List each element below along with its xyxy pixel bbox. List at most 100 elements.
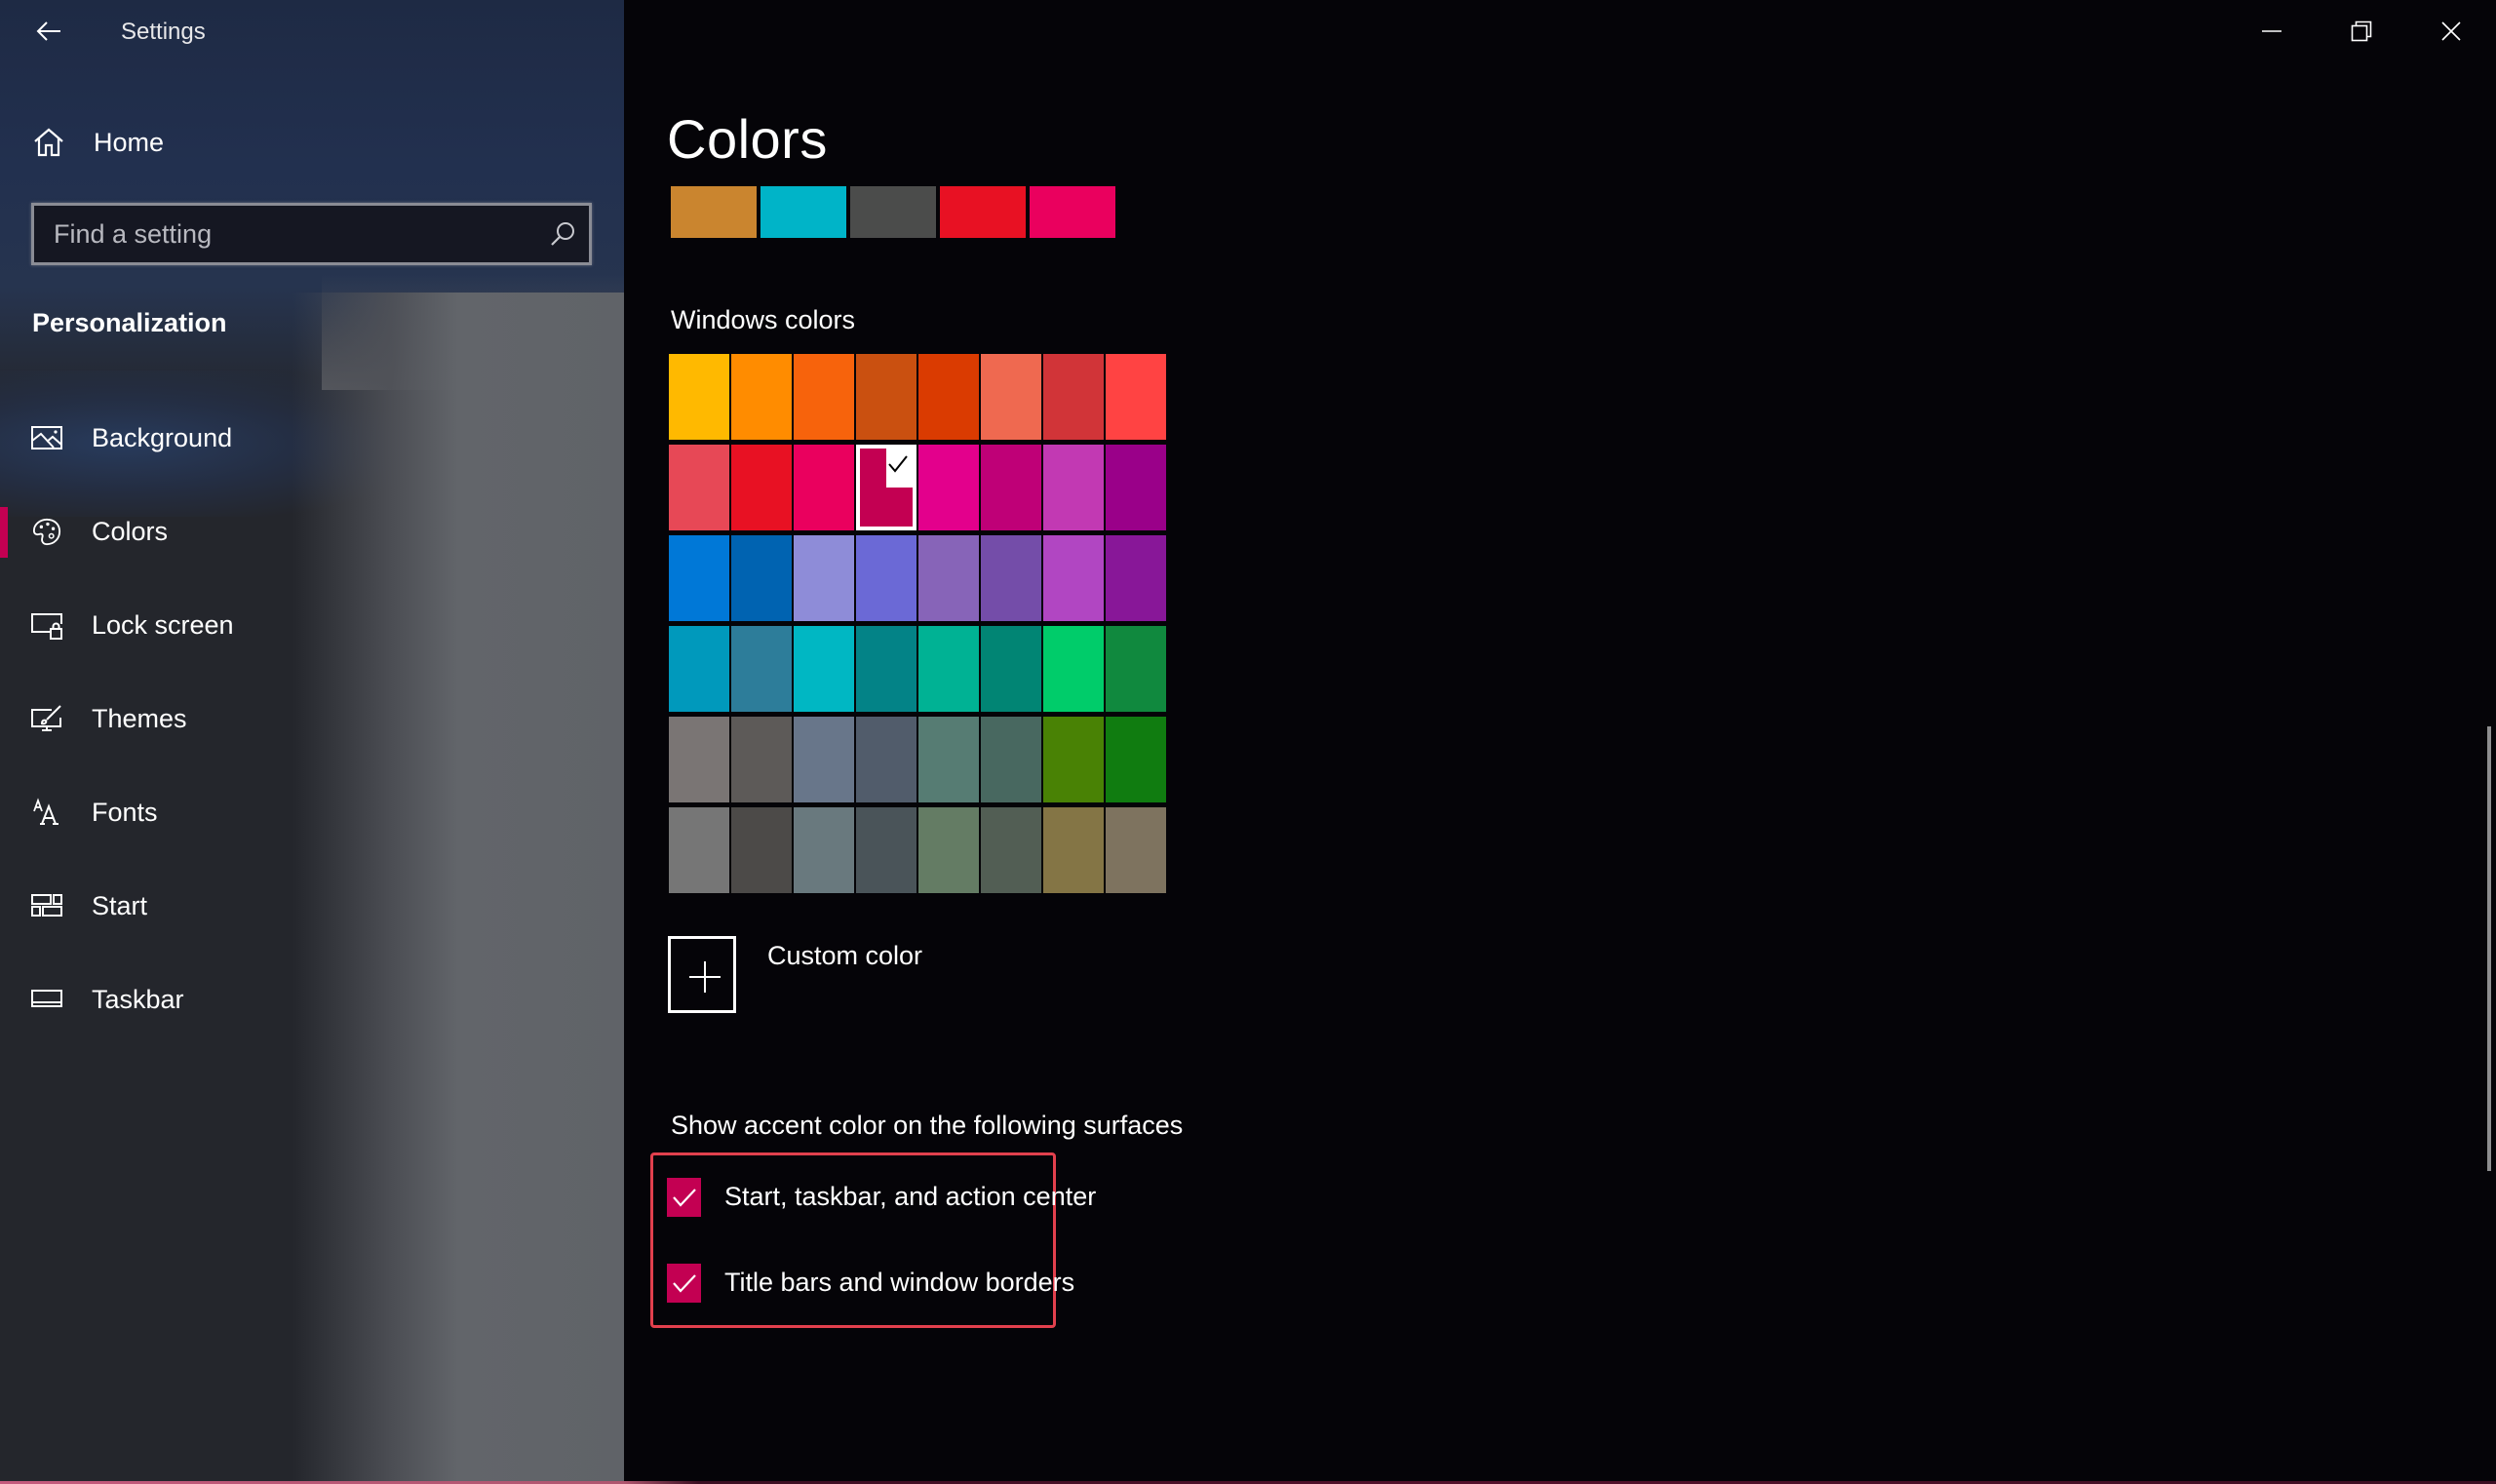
- color-swatch[interactable]: [918, 445, 979, 530]
- color-swatch[interactable]: [669, 717, 729, 802]
- recent-color-swatch[interactable]: [940, 186, 1026, 238]
- arrow-left-icon: [36, 21, 60, 41]
- color-swatch[interactable]: [731, 807, 792, 893]
- color-swatch[interactable]: [981, 354, 1041, 440]
- custom-color-button[interactable]: [668, 936, 736, 1013]
- color-swatch[interactable]: [981, 535, 1041, 621]
- sidebar-item-background[interactable]: Background: [0, 400, 624, 478]
- color-swatch[interactable]: [794, 535, 854, 621]
- sidebar-item-label: Lock screen: [92, 610, 234, 640]
- color-swatch[interactable]: [731, 626, 792, 712]
- sidebar-item-fonts[interactable]: Fonts: [0, 774, 624, 852]
- restore-icon: [2351, 20, 2372, 42]
- sidebar-item-label: Fonts: [92, 798, 158, 827]
- color-swatch[interactable]: [1043, 626, 1104, 712]
- back-button[interactable]: [29, 14, 68, 49]
- color-swatch[interactable]: [669, 354, 729, 440]
- color-swatch[interactable]: [856, 626, 916, 712]
- color-swatch[interactable]: [981, 807, 1041, 893]
- checkbox[interactable]: [667, 1178, 701, 1217]
- sidebar-item-taskbar[interactable]: Taskbar: [0, 961, 624, 1039]
- sidebar-item-start[interactable]: Start: [0, 868, 624, 946]
- surfaces-heading: Show accent color on the following surfa…: [671, 1111, 1184, 1140]
- color-swatch[interactable]: [1106, 354, 1166, 440]
- color-swatch[interactable]: [794, 807, 854, 893]
- checkbox-label: Title bars and window borders: [724, 1268, 1075, 1297]
- color-swatch[interactable]: [731, 535, 792, 621]
- swatch-fill: [860, 488, 913, 527]
- color-swatch[interactable]: [794, 445, 854, 530]
- color-swatch[interactable]: [669, 626, 729, 712]
- checkmark-icon: [888, 455, 908, 473]
- sidebar-item-label: Taskbar: [92, 985, 184, 1014]
- sidebar-item-label: Background: [92, 423, 233, 452]
- color-swatch[interactable]: [918, 354, 979, 440]
- start-icon: [31, 894, 62, 917]
- recent-color-swatch[interactable]: [760, 186, 846, 238]
- color-swatch[interactable]: [981, 717, 1041, 802]
- search-input[interactable]: [54, 206, 541, 262]
- recent-color-swatch[interactable]: [1030, 186, 1115, 238]
- plus-icon: [689, 961, 721, 993]
- color-swatch[interactable]: [731, 445, 792, 530]
- color-swatch[interactable]: [1043, 717, 1104, 802]
- color-swatch[interactable]: [981, 626, 1041, 712]
- fonts-icon: [33, 798, 58, 825]
- color-swatch[interactable]: [794, 717, 854, 802]
- color-swatch[interactable]: [918, 807, 979, 893]
- sidebar-item-colors[interactable]: Colors: [0, 493, 624, 571]
- color-swatch[interactable]: [669, 535, 729, 621]
- taskbar-icon: [31, 990, 62, 1007]
- color-swatch[interactable]: [731, 717, 792, 802]
- home-icon: [34, 128, 63, 157]
- color-swatch[interactable]: [731, 354, 792, 440]
- picture-icon: [31, 426, 62, 449]
- sidebar: Settings Home Personalization Background: [0, 0, 624, 1484]
- color-swatch[interactable]: [1106, 626, 1166, 712]
- sidebar-item-label: Home: [94, 128, 165, 157]
- checkbox[interactable]: [667, 1264, 701, 1303]
- close-icon: [2441, 21, 2461, 41]
- restore-button[interactable]: [2317, 0, 2406, 62]
- color-swatch[interactable]: [1043, 354, 1104, 440]
- close-button[interactable]: [2406, 0, 2496, 62]
- color-swatch[interactable]: [669, 445, 729, 530]
- sidebar-item-lock-screen[interactable]: Lock screen: [0, 587, 624, 665]
- lock-screen-icon: [31, 613, 62, 640]
- color-swatch[interactable]: [918, 717, 979, 802]
- recent-color-swatch[interactable]: [671, 186, 757, 238]
- color-swatch[interactable]: [794, 354, 854, 440]
- color-swatch[interactable]: [1043, 445, 1104, 530]
- sidebar-item-home[interactable]: Home: [0, 115, 624, 170]
- color-swatch[interactable]: [1106, 717, 1166, 802]
- themes-icon: [31, 705, 61, 731]
- palette-icon: [32, 518, 61, 546]
- color-swatch[interactable]: [856, 807, 916, 893]
- color-swatch[interactable]: [1043, 535, 1104, 621]
- color-swatch[interactable]: [1106, 445, 1166, 530]
- sidebar-item-label: Start: [92, 891, 148, 920]
- color-swatch[interactable]: [918, 535, 979, 621]
- minimize-button[interactable]: [2227, 0, 2317, 62]
- custom-color-label[interactable]: Custom color: [767, 941, 922, 971]
- color-swatch[interactable]: [918, 626, 979, 712]
- color-swatch-selected[interactable]: [856, 445, 916, 530]
- color-swatch[interactable]: [856, 535, 916, 621]
- color-swatch[interactable]: [794, 626, 854, 712]
- search-icon[interactable]: [550, 221, 575, 247]
- color-swatch[interactable]: [1043, 807, 1104, 893]
- scrollbar-thumb[interactable]: [2487, 726, 2491, 1171]
- color-swatch[interactable]: [856, 717, 916, 802]
- color-swatch[interactable]: [981, 445, 1041, 530]
- search-box[interactable]: [31, 203, 592, 265]
- sidebar-item-themes[interactable]: Themes: [0, 681, 624, 759]
- color-swatch[interactable]: [1106, 535, 1166, 621]
- color-swatch[interactable]: [856, 354, 916, 440]
- section-title: Personalization: [32, 308, 227, 337]
- checkmark-icon: [672, 1189, 696, 1207]
- recent-color-swatch[interactable]: [850, 186, 936, 238]
- color-swatch[interactable]: [669, 807, 729, 893]
- checkmark-icon: [672, 1274, 696, 1293]
- windows-colors-heading: Windows colors: [671, 305, 856, 334]
- color-swatch[interactable]: [1106, 807, 1166, 893]
